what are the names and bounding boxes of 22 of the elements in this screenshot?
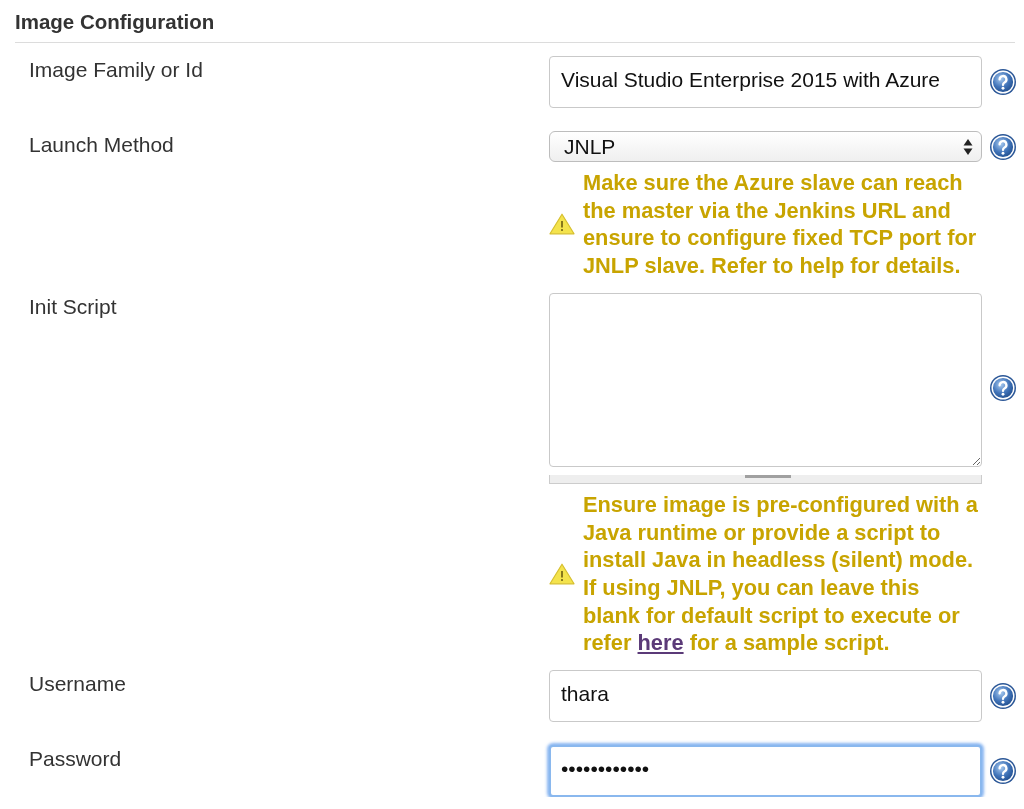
help-icon[interactable] — [990, 758, 1016, 785]
warning-icon — [549, 213, 575, 236]
dropdown-select[interactable]: JNLP — [549, 131, 982, 162]
warning-icon — [549, 562, 575, 585]
field-label: Username — [28, 671, 127, 698]
text-field[interactable]: Visual Studio Enterprise 2015 with Azure — [549, 56, 982, 108]
up-down-caret-icon — [963, 137, 973, 156]
section-title: Image Configuration — [15, 0, 1015, 43]
warning-message: Make sure the Azure slave can reach the master via the Jenkins URL and ensure to configure fixed TCP port for JNLP slave. Refer to help for details. — [583, 169, 978, 280]
field-label: Init Script — [28, 293, 118, 320]
text-link[interactable]: here — [637, 630, 684, 656]
help-icon[interactable] — [990, 133, 1016, 160]
field-label: Launch Method — [28, 132, 175, 158]
help-icon[interactable] — [990, 69, 1016, 95]
resize-handle[interactable] — [549, 474, 982, 484]
help-icon[interactable] — [990, 375, 1016, 402]
warning-message: Ensure image is pre-configured with a Java runtime or provide a script to install Java in headless (silent) mode. If using JNLP, you can leave this blank for default script to execute or refer here for a sample script. — [583, 490, 978, 658]
field-label: Password — [28, 746, 123, 773]
field-label: Image Family or Id — [28, 57, 204, 83]
help-icon[interactable] — [990, 683, 1016, 710]
text-field[interactable]: thara — [549, 670, 982, 723]
password-field[interactable]: •••••••••••• — [549, 745, 982, 798]
